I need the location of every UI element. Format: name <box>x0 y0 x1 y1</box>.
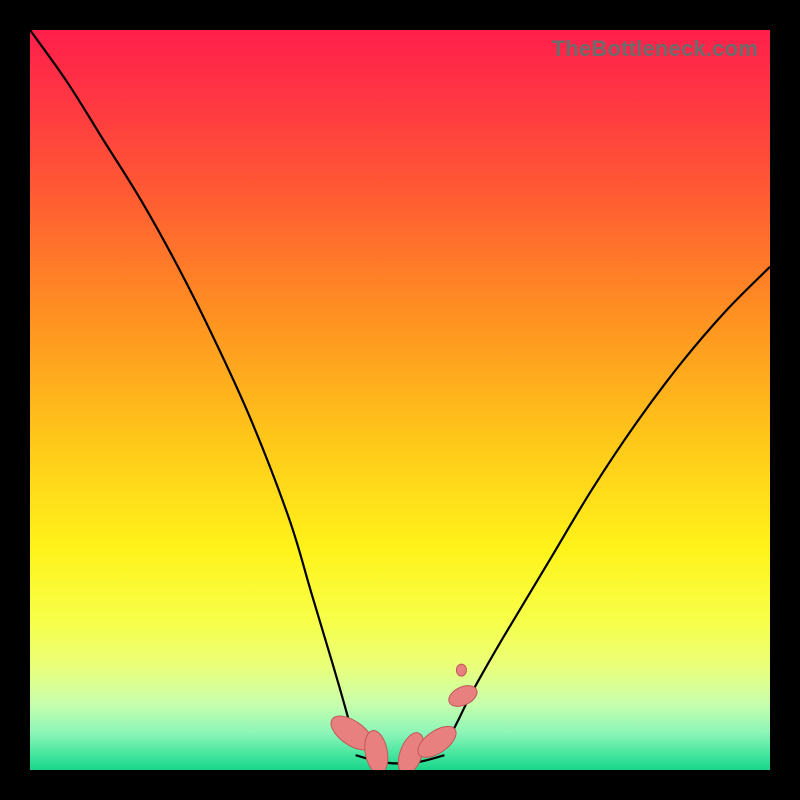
curve-layer <box>30 30 770 770</box>
left-curve <box>30 30 356 748</box>
outer-frame: TheBottleneck.com <box>0 0 800 800</box>
right-curve <box>444 267 770 748</box>
plot-area: TheBottleneck.com <box>30 30 770 770</box>
marker-sausage <box>456 664 466 676</box>
watermark-text: TheBottleneck.com <box>552 36 758 62</box>
